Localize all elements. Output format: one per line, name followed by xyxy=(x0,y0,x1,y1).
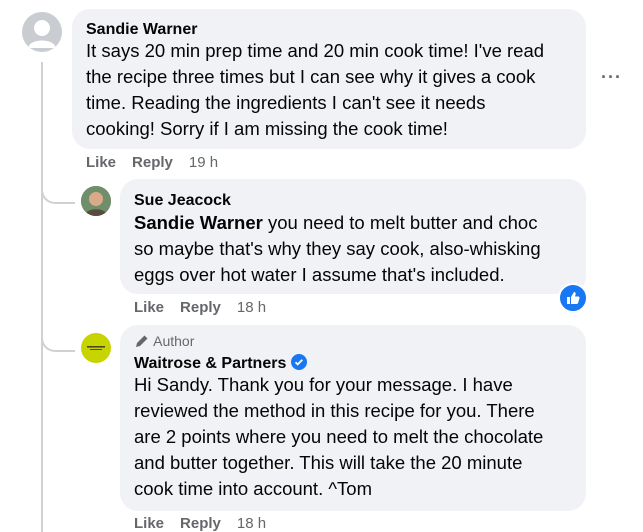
reply-button[interactable]: Reply xyxy=(180,299,221,316)
like-reaction-icon[interactable] xyxy=(558,283,588,313)
comment-author[interactable]: Sue Jeacock xyxy=(134,192,231,210)
avatar[interactable] xyxy=(22,12,62,52)
waitrose-logo[interactable] xyxy=(81,333,111,363)
verified-badge-icon xyxy=(290,354,307,370)
like-button[interactable]: Like xyxy=(134,515,164,532)
comment-actions: Like Reply 18 h xyxy=(134,515,282,532)
user-photo-icon xyxy=(81,186,111,216)
default-avatar-icon xyxy=(28,20,56,48)
comment-text: Hi Sandy. Thank you for your message. I … xyxy=(134,374,544,499)
comment-text: Sandie Warner you need to melt butter an… xyxy=(134,212,541,285)
comment-author[interactable]: Waitrose & Partners xyxy=(134,354,307,373)
comment-actions: Like Reply 19 h xyxy=(86,154,234,171)
timestamp[interactable]: 18 h xyxy=(237,299,266,316)
waitrose-logo-icon xyxy=(87,346,105,350)
comment-author[interactable]: Sandie Warner xyxy=(86,21,197,39)
more-options-icon[interactable]: ··· xyxy=(601,67,622,88)
reply-button[interactable]: Reply xyxy=(132,154,173,171)
like-button[interactable]: Like xyxy=(86,154,116,171)
thread-connector xyxy=(41,318,75,352)
mention-link[interactable]: Sandie Warner xyxy=(134,212,263,233)
timestamp[interactable]: 19 h xyxy=(189,154,218,171)
comment-text: It says 20 min prep time and 20 min cook… xyxy=(86,40,545,139)
author-badge: Author xyxy=(134,333,194,349)
comment-actions: Like Reply 18 h xyxy=(134,299,282,316)
thread-line xyxy=(41,62,43,532)
thread-connector xyxy=(41,168,75,204)
like-button[interactable]: Like xyxy=(134,299,164,316)
pen-icon xyxy=(136,335,148,347)
timestamp[interactable]: 18 h xyxy=(237,515,266,532)
reply-button[interactable]: Reply xyxy=(180,515,221,532)
avatar[interactable] xyxy=(81,186,111,216)
